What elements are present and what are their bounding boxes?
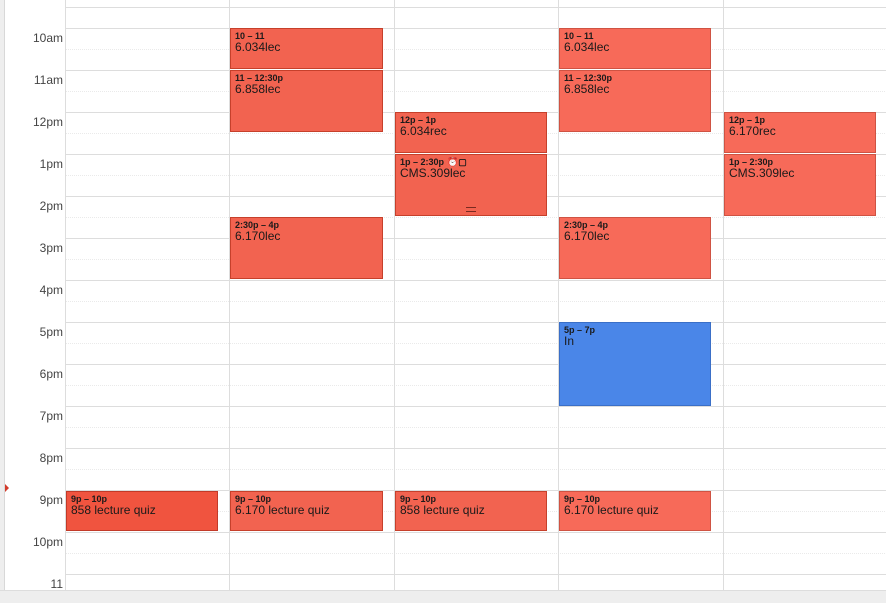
event-block[interactable]: 10 – 11 6.034lec [559, 28, 711, 69]
hour-gridline [65, 532, 886, 533]
bottom-status-bar [0, 590, 886, 603]
event-title: CMS.309lec [400, 166, 466, 180]
event-title: 6.858lec [235, 82, 281, 96]
hour-gridline [65, 574, 886, 575]
time-label-2pm: 2pm [39, 199, 63, 213]
event-title: 6.170lec [564, 229, 610, 243]
time-label-8pm: 8pm [39, 451, 63, 465]
event-block[interactable]: 11 – 12:30p 6.858lec [559, 70, 711, 132]
event-title: CMS.309lec [729, 166, 795, 180]
half-hour-gridline [65, 301, 886, 302]
hour-gridline [65, 364, 886, 365]
time-label-6pm: 6pm [39, 367, 63, 381]
event-title: 6.170 lecture quiz [564, 503, 659, 517]
hour-gridline [65, 28, 886, 29]
hour-gridline [65, 322, 886, 323]
event-block[interactable]: 9p – 10p 858 lecture quiz [395, 491, 547, 531]
half-hour-gridline [65, 385, 886, 386]
event-block[interactable]: 1p – 2:30p CMS.309lec [724, 154, 876, 216]
time-label-9pm: 9pm [39, 493, 63, 507]
event-time: 5p – 7p [564, 325, 596, 335]
event-title: 6.034rec [400, 124, 447, 138]
event-block[interactable]: 2:30p – 4p 6.170lec [559, 217, 711, 279]
time-label-11am: 11am [33, 73, 63, 87]
hour-gridline [65, 280, 886, 281]
time-label-7pm: 7pm [39, 409, 63, 423]
half-hour-gridline [65, 553, 886, 554]
time-label-12pm: 12pm [32, 115, 63, 129]
event-block[interactable]: 2:30p – 4p 6.170lec [230, 217, 383, 279]
time-label-10am: 10am [32, 31, 63, 45]
time-label-11pm: 11 [50, 577, 63, 590]
hour-gridline [65, 448, 886, 449]
event-title: In [564, 334, 575, 348]
calendar-week-grid[interactable]: 10am 11am 12pm 1pm 2pm 3pm 4pm 5pm 6pm 7… [4, 0, 886, 590]
event-block[interactable]: 9p – 10p 858 lecture quiz [66, 491, 218, 531]
event-title: 6.170lec [235, 229, 281, 243]
time-label-3pm: 3pm [39, 241, 63, 255]
day-column-divider [723, 0, 724, 590]
half-hour-gridline [65, 217, 886, 218]
hour-gridline [65, 70, 886, 71]
event-title: 6.170 lecture quiz [235, 503, 330, 517]
hour-gridline [65, 7, 886, 8]
event-block[interactable]: 9p – 10p 6.170 lecture quiz [230, 491, 383, 531]
half-hour-gridline [65, 343, 886, 344]
hour-gridline [65, 406, 886, 407]
event-block[interactable]: 5p – 7p In [559, 322, 711, 406]
event-title: 6.034lec [564, 40, 610, 54]
event-block[interactable]: 11 – 12:30p 6.858lec [230, 70, 383, 132]
event-title: 858 lecture quiz [71, 503, 156, 517]
half-hour-gridline [65, 259, 886, 260]
half-hour-gridline [65, 49, 886, 50]
half-hour-gridline [65, 427, 886, 428]
event-title: 6.170rec [729, 124, 776, 138]
event-block[interactable]: 10 – 11 6.034lec [230, 28, 383, 69]
event-block[interactable]: 12p – 1p 6.034rec [395, 112, 547, 153]
time-label-5pm: 5pm [39, 325, 63, 339]
half-hour-gridline [65, 91, 886, 92]
half-hour-gridline [65, 469, 886, 470]
resize-handle-icon[interactable] [466, 207, 476, 212]
event-title: 858 lecture quiz [400, 503, 485, 517]
current-time-marker [5, 484, 9, 492]
time-label-1pm: 1pm [39, 157, 63, 171]
hour-gridline [65, 238, 886, 239]
event-block[interactable]: 12p – 1p 6.170rec [724, 112, 876, 153]
time-label-10pm: 10pm [32, 535, 63, 549]
event-block[interactable]: 9p – 10p 6.170 lecture quiz [559, 491, 711, 531]
event-block[interactable]: 1p – 2:30p ⏰▢ CMS.309lec [395, 154, 547, 216]
event-title: 6.858lec [564, 82, 610, 96]
time-label-4pm: 4pm [39, 283, 63, 297]
event-title: 6.034lec [235, 40, 281, 54]
